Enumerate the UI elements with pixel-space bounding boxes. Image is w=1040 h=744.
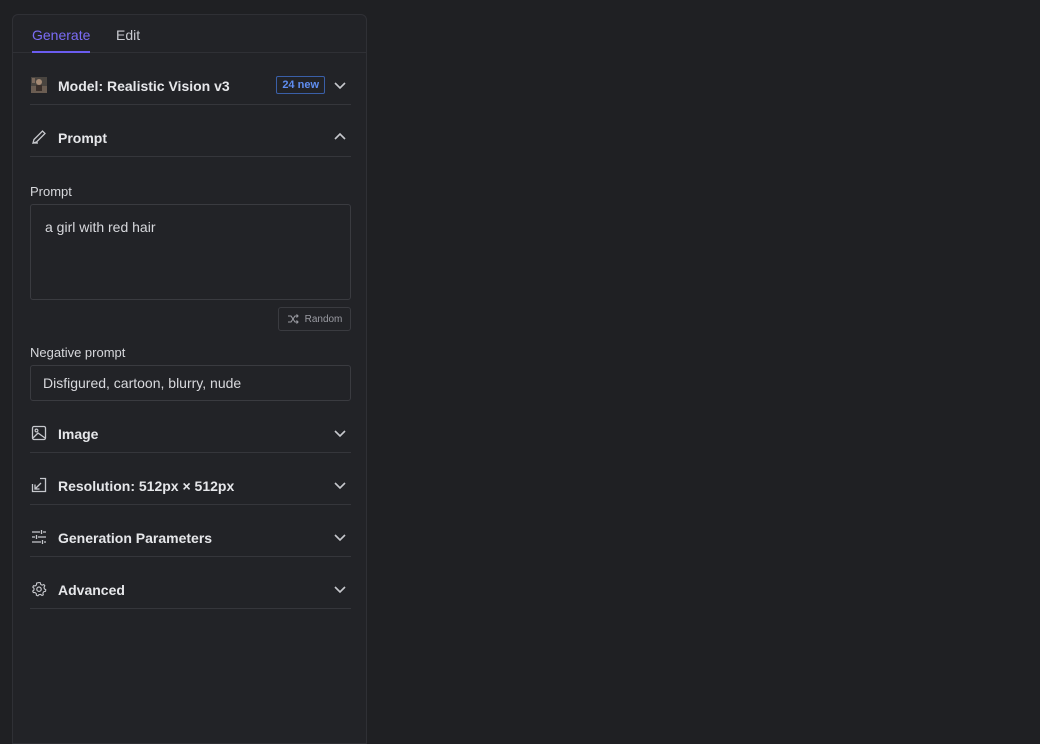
- model-thumbnail: [30, 76, 48, 94]
- negative-prompt-input[interactable]: Disfigured, cartoon, blurry, nude: [30, 365, 351, 401]
- gear-icon: [30, 580, 48, 598]
- shuffle-icon: [287, 313, 299, 325]
- resolution-section[interactable]: Resolution: 512px × 512px: [30, 468, 351, 505]
- resize-icon: [30, 476, 48, 494]
- generation-parameters-section[interactable]: Generation Parameters: [30, 520, 351, 557]
- prompt-section-title: Prompt: [58, 130, 107, 146]
- image-section-title: Image: [58, 426, 99, 442]
- negative-prompt-label: Negative prompt: [30, 345, 126, 360]
- sliders-icon: [30, 528, 48, 546]
- generation-parameters-title: Generation Parameters: [58, 530, 213, 546]
- tab-generate[interactable]: Generate: [32, 15, 91, 53]
- chevron-down-icon[interactable]: [333, 530, 347, 544]
- model-section[interactable]: Model: Realistic Vision v3 24 new: [30, 68, 351, 105]
- chevron-down-icon[interactable]: [333, 78, 347, 92]
- chevron-down-icon[interactable]: [333, 478, 347, 492]
- prompt-label: Prompt: [30, 184, 72, 199]
- prompt-section[interactable]: Prompt: [30, 120, 351, 157]
- new-models-badge: 24 new: [276, 76, 325, 94]
- chevron-up-icon[interactable]: [333, 130, 347, 144]
- resolution-section-title: Resolution: 512px × 512px: [58, 478, 235, 494]
- tab-bar: Generate Edit: [13, 15, 366, 53]
- tab-edit[interactable]: Edit: [116, 15, 140, 52]
- random-button-label: Random: [304, 313, 343, 325]
- generation-panel: Generate Edit Model: Realistic Vision v3…: [12, 14, 367, 744]
- advanced-section-title: Advanced: [58, 582, 125, 598]
- chevron-down-icon[interactable]: [333, 426, 347, 440]
- chevron-down-icon[interactable]: [333, 582, 347, 596]
- image-icon: [30, 424, 48, 442]
- pencil-icon: [30, 128, 48, 146]
- image-section[interactable]: Image: [30, 416, 351, 453]
- model-title: Model: Realistic Vision v3: [58, 78, 230, 94]
- random-prompt-button[interactable]: Random: [278, 307, 351, 331]
- prompt-textarea[interactable]: a girl with red hair: [30, 204, 351, 300]
- advanced-section[interactable]: Advanced: [30, 572, 351, 609]
